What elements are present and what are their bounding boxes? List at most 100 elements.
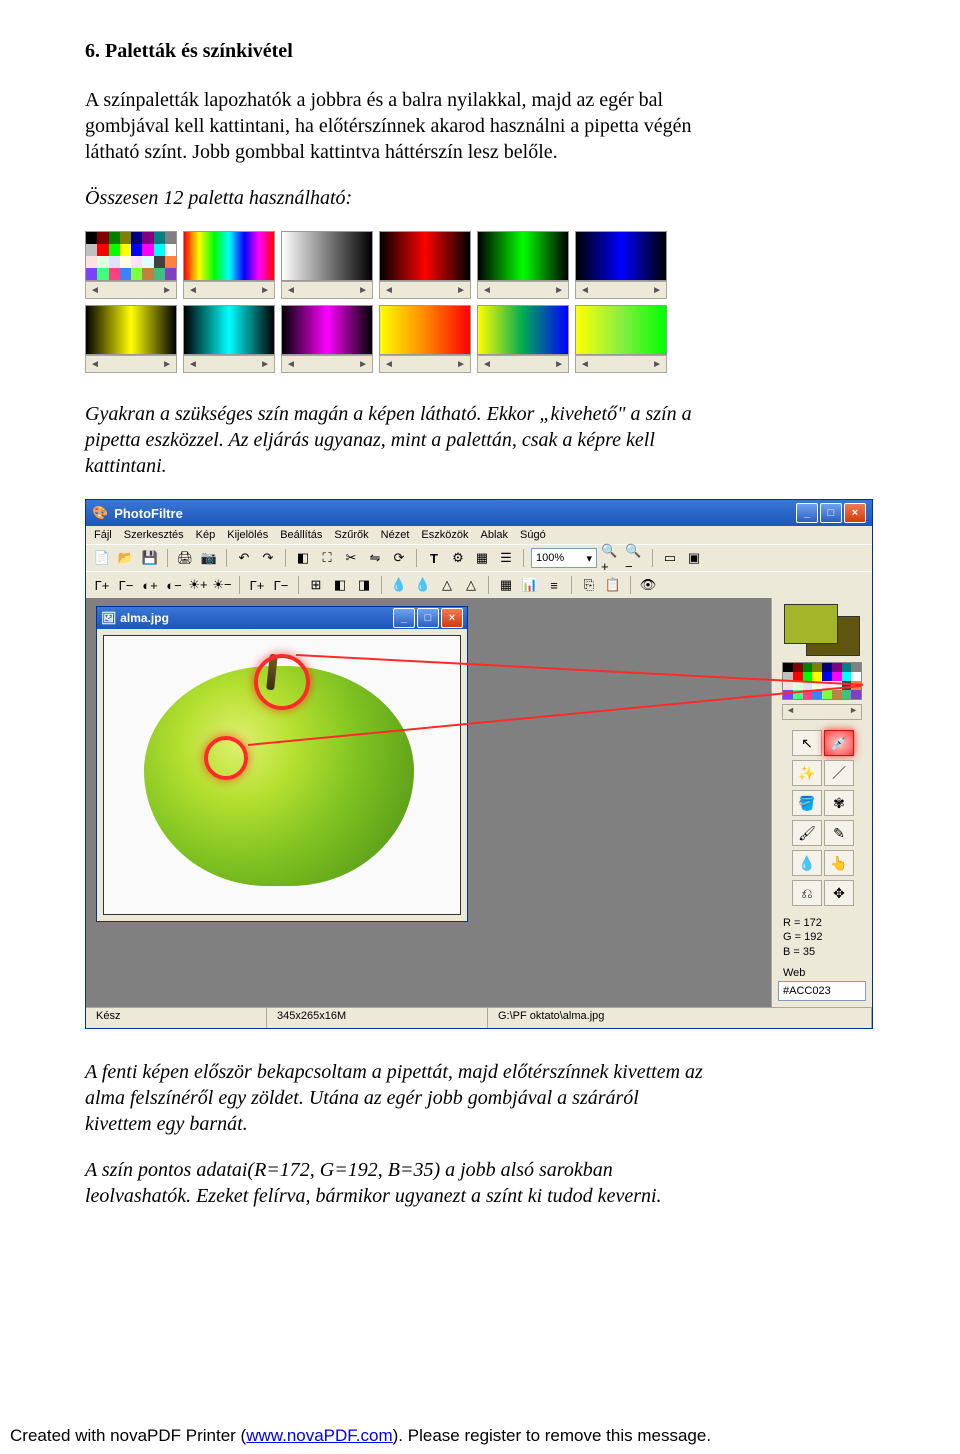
- blur-icon[interactable]: △: [461, 575, 481, 595]
- doc-minimize-button[interactable]: _: [393, 608, 415, 628]
- menu-edit[interactable]: Szerkesztés: [124, 529, 184, 541]
- menu-window[interactable]: Ablak: [480, 529, 508, 541]
- spray-tool[interactable]: ✾: [824, 790, 854, 816]
- arrow-right-icon[interactable]: ►: [550, 285, 568, 296]
- arrow-right-icon[interactable]: ►: [452, 285, 470, 296]
- fill-tool[interactable]: 🪣: [792, 790, 822, 816]
- drop1-icon[interactable]: 💧: [389, 575, 409, 595]
- close-button[interactable]: ×: [844, 503, 866, 523]
- browse-icon[interactable]: ▦: [472, 548, 492, 568]
- arrow-left-icon[interactable]: ◄: [282, 285, 300, 296]
- palette-scrollbar[interactable]: ◄►: [183, 281, 275, 299]
- gamma2-plus-icon[interactable]: Γ+: [247, 575, 267, 595]
- zoom-out-icon[interactable]: 🔍−: [625, 548, 645, 568]
- menu-selection[interactable]: Kijelölés: [227, 529, 268, 541]
- print-icon[interactable]: 🖨: [175, 548, 195, 568]
- web-color-field[interactable]: #ACC023: [778, 981, 866, 1001]
- arrow-left-icon[interactable]: ◄: [478, 359, 496, 370]
- eye-icon[interactable]: 👁: [638, 575, 658, 595]
- palette-scrollbar[interactable]: ◄►: [379, 355, 471, 373]
- rgb-icon[interactable]: ◧: [293, 548, 313, 568]
- palette-scrollbar[interactable]: ◄►: [575, 281, 667, 299]
- contrast-plus-icon[interactable]: ◐+: [140, 575, 160, 595]
- arrow-right-icon[interactable]: ►: [158, 285, 176, 296]
- maximize-button[interactable]: □: [820, 503, 842, 523]
- menu-tools[interactable]: Eszközök: [421, 529, 468, 541]
- palette-scrollbar[interactable]: ◄►: [281, 355, 373, 373]
- arrow-left-icon[interactable]: ◄: [282, 359, 300, 370]
- menu-help[interactable]: Súgó: [520, 529, 546, 541]
- fullscreen-icon[interactable]: ▣: [684, 548, 704, 568]
- arrow-left-icon[interactable]: ◄: [783, 705, 798, 719]
- scan-icon[interactable]: 📷: [199, 548, 219, 568]
- foreground-color-swatch[interactable]: [784, 604, 838, 644]
- layers-icon[interactable]: ☰: [496, 548, 516, 568]
- palette-scrollbar[interactable]: ◄►: [183, 355, 275, 373]
- effects-icon[interactable]: ▦: [496, 575, 516, 595]
- pipette-tool[interactable]: 💉: [824, 730, 854, 756]
- rotate-icon[interactable]: ⟳: [389, 548, 409, 568]
- arrow-left-icon[interactable]: ◄: [380, 285, 398, 296]
- text-icon[interactable]: T: [424, 548, 444, 568]
- blur-tool[interactable]: 💧: [792, 850, 822, 876]
- histogram-icon[interactable]: 📊: [520, 575, 540, 595]
- grid-icon[interactable]: ⊞: [306, 575, 326, 595]
- menu-image[interactable]: Kép: [196, 529, 216, 541]
- gamma2-minus-icon[interactable]: Γ−: [271, 575, 291, 595]
- arrow-left-icon[interactable]: ◄: [478, 285, 496, 296]
- arrow-left-icon[interactable]: ◄: [380, 359, 398, 370]
- save-icon[interactable]: 💾: [140, 548, 160, 568]
- pen-tool[interactable]: ✎: [824, 820, 854, 846]
- canvas[interactable]: [103, 635, 461, 915]
- menu-view[interactable]: Nézet: [381, 529, 410, 541]
- arrow-left-icon[interactable]: ◄: [86, 285, 104, 296]
- arrow-left-icon[interactable]: ◄: [576, 285, 594, 296]
- move-tool[interactable]: ✥: [824, 880, 854, 906]
- pointer-tool[interactable]: ↖: [792, 730, 822, 756]
- arrow-right-icon[interactable]: ►: [648, 359, 666, 370]
- undo-icon[interactable]: ↶: [234, 548, 254, 568]
- minimize-button[interactable]: _: [796, 503, 818, 523]
- automate-icon[interactable]: ⚙: [448, 548, 468, 568]
- menu-filters[interactable]: Szűrők: [334, 529, 368, 541]
- drop2-icon[interactable]: 💧: [413, 575, 433, 595]
- redo-icon[interactable]: ↷: [258, 548, 278, 568]
- wand-tool[interactable]: ✨: [792, 760, 822, 786]
- gamma-plus-icon[interactable]: Γ+: [92, 575, 112, 595]
- smudge-tool[interactable]: 👆: [824, 850, 854, 876]
- arrow-right-icon[interactable]: ►: [452, 359, 470, 370]
- grayscale-icon[interactable]: ◧: [330, 575, 350, 595]
- fg-bg-colors[interactable]: [784, 604, 860, 656]
- arrow-right-icon[interactable]: ►: [648, 285, 666, 296]
- menu-settings[interactable]: Beállítás: [280, 529, 322, 541]
- resize-icon[interactable]: ⛶: [317, 548, 337, 568]
- zoom-select[interactable]: 100%▾: [531, 548, 597, 568]
- brightness-plus-icon[interactable]: ☀+: [188, 575, 208, 595]
- arrow-right-icon[interactable]: ►: [256, 359, 274, 370]
- palette-scrollbar[interactable]: ◄►: [85, 281, 177, 299]
- arrow-left-icon[interactable]: ◄: [184, 359, 202, 370]
- arrow-right-icon[interactable]: ►: [158, 359, 176, 370]
- crop-icon[interactable]: ✂: [341, 548, 361, 568]
- flip-icon[interactable]: ⇋: [365, 548, 385, 568]
- gamma-minus-icon[interactable]: Γ−: [116, 575, 136, 595]
- novapdf-link[interactable]: www.novaPDF.com: [246, 1426, 392, 1445]
- menu-file[interactable]: Fájl: [94, 529, 112, 541]
- arrow-right-icon[interactable]: ►: [354, 359, 372, 370]
- palette-scrollbar[interactable]: ◄►: [575, 355, 667, 373]
- clone-tool[interactable]: ⎌: [792, 880, 822, 906]
- arrow-left-icon[interactable]: ◄: [86, 359, 104, 370]
- arrow-right-icon[interactable]: ►: [354, 285, 372, 296]
- levels-icon[interactable]: ≡: [544, 575, 564, 595]
- arrow-left-icon[interactable]: ◄: [184, 285, 202, 296]
- palette-scrollbar[interactable]: ◄►: [281, 281, 373, 299]
- sharpen-icon[interactable]: △: [437, 575, 457, 595]
- sepia-icon[interactable]: ◨: [354, 575, 374, 595]
- arrow-left-icon[interactable]: ◄: [576, 359, 594, 370]
- brush-tool[interactable]: 🖌: [792, 820, 822, 846]
- doc-close-button[interactable]: ×: [441, 608, 463, 628]
- zoom-in-icon[interactable]: 🔍+: [601, 548, 621, 568]
- mini-palette-scrollbar[interactable]: ◄►: [782, 704, 862, 720]
- fit-icon[interactable]: ▭: [660, 548, 680, 568]
- arrow-right-icon[interactable]: ►: [550, 359, 568, 370]
